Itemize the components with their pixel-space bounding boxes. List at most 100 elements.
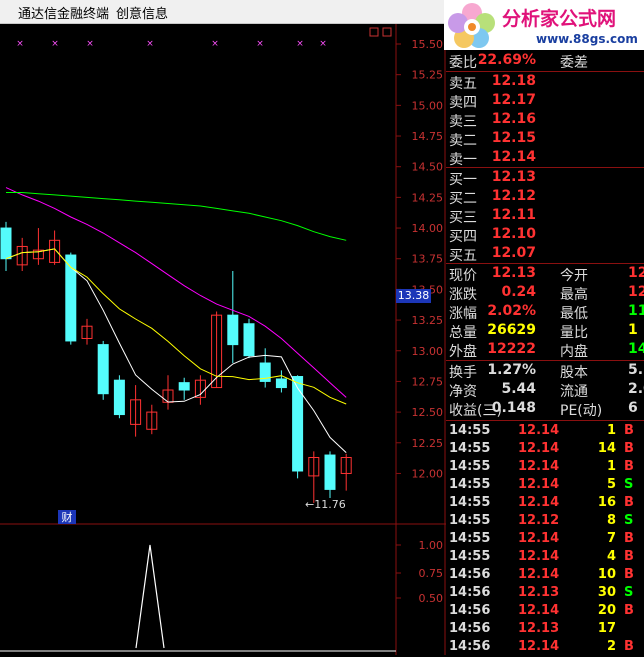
- row-label: 换手: [449, 365, 477, 381]
- divider: [446, 420, 644, 421]
- tick-time: 14:56: [449, 567, 491, 582]
- tick-price: 12.14: [518, 441, 560, 456]
- menu-item-terminal[interactable]: 通达信金融终端: [18, 3, 109, 22]
- sell-level-row: 卖一 12.14: [446, 149, 644, 168]
- tick-price: 12.14: [518, 477, 560, 492]
- tick-row: 14:55 12.14 14 B: [446, 441, 644, 459]
- divider: [446, 263, 644, 264]
- indicator-spike: [135, 544, 165, 649]
- row-value: 12.16: [491, 111, 536, 127]
- stat-label-right: 最低: [560, 306, 588, 322]
- price-tick-label: 12.25: [412, 437, 444, 450]
- current-price-tag: 13.38: [396, 289, 431, 303]
- row-label: 总量: [449, 325, 477, 341]
- tick-side: S: [624, 477, 634, 492]
- candle-body: [292, 376, 304, 472]
- event-marker: ×: [86, 39, 94, 49]
- price-tick-label: 13.25: [412, 314, 444, 327]
- row-label: 买二: [449, 191, 477, 207]
- buy-level-row: 买二 12.12: [446, 188, 644, 207]
- tick-price: 12.14: [518, 549, 560, 564]
- row-value: 12.10: [491, 226, 536, 242]
- tick-volume: 7: [606, 531, 616, 546]
- price-tick-label: 14.50: [412, 161, 444, 174]
- tick-volume: 30: [597, 585, 616, 600]
- tick-side: B: [624, 639, 634, 654]
- row-label: 涨幅: [449, 306, 477, 322]
- ma20-line: [5, 187, 347, 398]
- kline-chart[interactable]: 15.50 15.25 15.00 14.75 14.50 14.25 14.00 13.75…: [0, 24, 446, 655]
- tick-volume: 8: [606, 513, 616, 528]
- tick-price: 12.12: [518, 513, 560, 528]
- event-marker: ×: [319, 39, 327, 49]
- row-label: 外盘: [449, 344, 477, 360]
- site-logo: 分析家公式网 www.88gs.com: [444, 0, 644, 50]
- stat-value-right: 1: [628, 322, 638, 338]
- vol-tick-label: 1.00: [419, 539, 444, 552]
- row-value: 12.15: [491, 130, 536, 146]
- price-tick-label: 12.00: [412, 467, 444, 480]
- row-value: 12.12: [491, 188, 536, 204]
- tick-side: B: [624, 423, 634, 438]
- row-label: 买四: [449, 229, 477, 245]
- price-tick-label: 13.00: [412, 345, 444, 358]
- tick-row: 14:55 12.14 1 B: [446, 423, 644, 441]
- row-value: 12.13: [491, 169, 536, 185]
- tick-row: 14:56 12.13 30 S: [446, 585, 644, 603]
- price-tick-label: 14.00: [412, 222, 444, 235]
- tick-time: 14:55: [449, 495, 491, 510]
- tick-time: 14:56: [449, 603, 491, 618]
- row-label: 买五: [449, 248, 477, 264]
- tick-volume: 1: [606, 459, 616, 474]
- event-marker: ×: [256, 39, 264, 49]
- event-marker: ×: [211, 39, 219, 49]
- buy-level-row: 买一 12.13: [446, 169, 644, 188]
- tick-price: 12.14: [518, 459, 560, 474]
- event-marker: ×: [296, 39, 304, 49]
- low-price-label: ←11.76: [305, 498, 346, 511]
- stat-row: 现价 12.13 今开 12: [446, 265, 644, 284]
- tick-row: 14:55 12.14 4 B: [446, 549, 644, 567]
- vol-tick-label: 0.50: [419, 592, 444, 605]
- tick-row: 14:56 12.14 2 B: [446, 639, 644, 657]
- tick-side: B: [624, 495, 634, 510]
- event-marker: ×: [51, 39, 59, 49]
- candle-body: [227, 314, 239, 346]
- tick-row: 14:55 12.14 5 S: [446, 477, 644, 495]
- price-tick-label: 12.50: [412, 406, 444, 419]
- logo-title: 分析家公式网: [502, 8, 617, 30]
- row-label: 买一: [449, 172, 477, 188]
- tick-volume: 10: [597, 567, 616, 582]
- row-label: 买三: [449, 210, 477, 226]
- row-value: 12.11: [491, 207, 536, 223]
- price-tick-label: 14.25: [412, 191, 444, 204]
- row-label: 卖四: [449, 95, 477, 111]
- tick-row: 14:55 12.14 7 B: [446, 531, 644, 549]
- price-tick-label: 15.00: [412, 99, 444, 112]
- row-label: 委比: [449, 55, 477, 71]
- tick-time: 14:56: [449, 585, 491, 600]
- menu-item-stock[interactable]: 创意信息: [116, 3, 168, 22]
- buy-level-row: 买四 12.10: [446, 226, 644, 245]
- row-label: 现价: [449, 268, 477, 284]
- tick-price: 12.14: [518, 423, 560, 438]
- divider: [446, 167, 644, 168]
- tick-side: S: [624, 585, 634, 600]
- tick-side: B: [624, 441, 634, 456]
- fund-value-right: 6: [628, 400, 638, 416]
- candle-body: [324, 454, 336, 490]
- tick-price: 12.14: [518, 531, 560, 546]
- sell-level-row: 卖四 12.17: [446, 92, 644, 111]
- row-label: 卖二: [449, 133, 477, 149]
- cai-marker: 财: [62, 510, 73, 524]
- tick-volume: 17: [597, 621, 616, 636]
- tick-price: 12.14: [518, 567, 560, 582]
- stat-label-right: 量比: [560, 325, 588, 341]
- tick-row: 14:55 12.14 16 B: [446, 495, 644, 513]
- divider: [446, 71, 644, 72]
- logo-url[interactable]: www.88gs.com: [536, 32, 638, 46]
- candle-body: [178, 382, 190, 391]
- row-value: 12.18: [491, 73, 536, 89]
- weibi-row: 委比 22.69% 委差: [446, 52, 644, 71]
- tick-row: 14:56 12.14 10 B: [446, 567, 644, 585]
